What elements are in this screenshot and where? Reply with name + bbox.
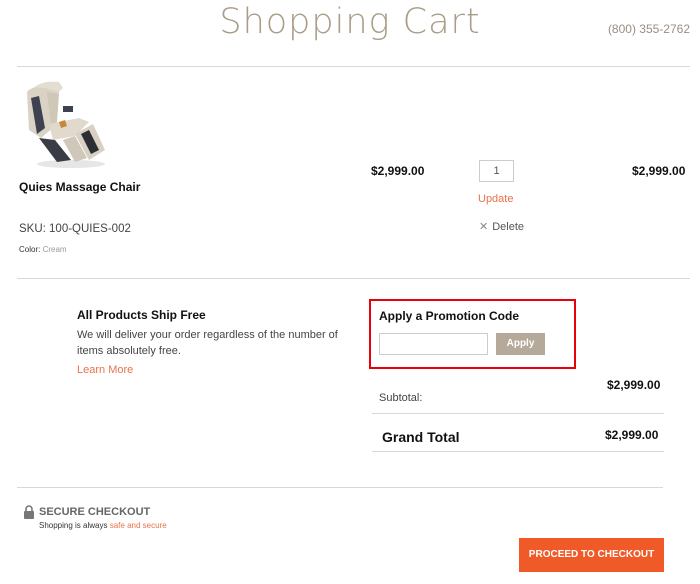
secure-checkout-title: SECURE CHECKOUT <box>39 506 151 518</box>
delete-label: Delete <box>492 221 525 233</box>
totals-divider-bottom <box>372 451 664 452</box>
phone-number[interactable]: (800) 355-2762 <box>608 22 690 36</box>
promo-title: Apply a Promotion Code <box>379 309 520 323</box>
promo-code-input[interactable] <box>379 333 488 355</box>
secure-text-prefix: Shopping is always <box>39 521 110 530</box>
product-name[interactable]: Quies Massage Chair <box>19 180 140 194</box>
learn-more-link[interactable]: Learn More <box>77 364 133 376</box>
page-title: Shopping Cart <box>219 2 481 42</box>
proceed-to-checkout-button[interactable]: PROCEED TO CHECKOUT <box>519 538 664 572</box>
color-label: Color: <box>19 245 41 254</box>
color-value: Cream <box>42 245 67 254</box>
product-image[interactable] <box>19 78 113 172</box>
update-link[interactable]: Update <box>478 193 513 205</box>
lock-icon <box>23 505 35 520</box>
shipping-text: We will deliver your order regardless of… <box>77 329 338 357</box>
safe-secure-link[interactable]: safe and secure <box>110 521 167 530</box>
delete-button[interactable]: ✕ Delete <box>479 220 524 233</box>
divider-top <box>17 66 690 67</box>
grand-total-value: $2,999.00 <box>605 428 659 442</box>
subtotal-label: Subtotal: <box>379 392 423 404</box>
quantity-input[interactable]: 1 <box>479 160 514 182</box>
secure-checkout-text: Shopping is always safe and secure <box>39 521 167 530</box>
apply-promo-button[interactable]: Apply <box>496 333 545 355</box>
divider-middle <box>17 278 690 279</box>
subtotal-value: $2,999.00 <box>607 378 661 392</box>
shipping-title: All Products Ship Free <box>77 308 206 322</box>
product-color: Color: Cream <box>19 245 67 254</box>
grand-total-label: Grand Total <box>382 429 460 445</box>
line-total: $2,999.00 <box>632 164 686 178</box>
close-icon: ✕ <box>479 221 489 233</box>
divider-bottom <box>17 487 663 488</box>
totals-divider <box>372 413 664 414</box>
product-sku: SKU: 100-QUIES-002 <box>19 223 131 235</box>
unit-price: $2,999.00 <box>371 164 425 178</box>
